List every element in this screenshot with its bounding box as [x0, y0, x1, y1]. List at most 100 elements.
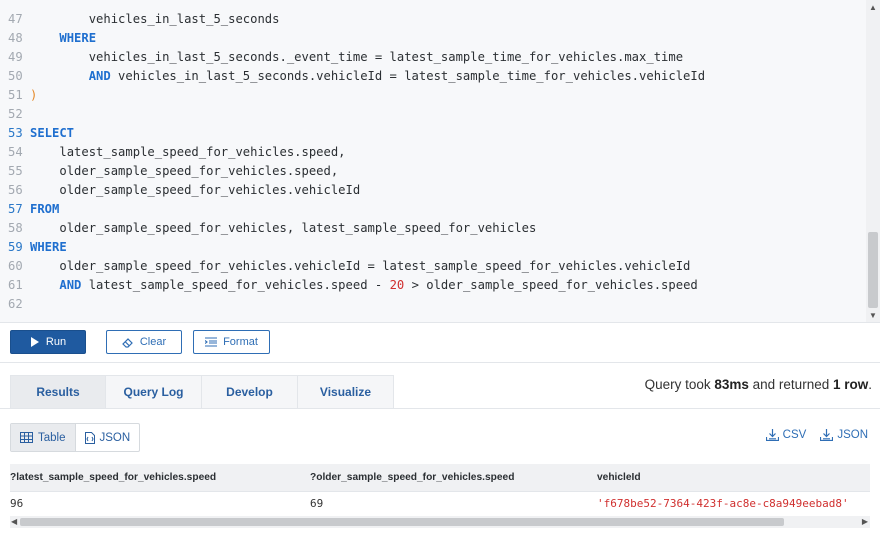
- run-button[interactable]: Run: [10, 330, 86, 354]
- code-line[interactable]: 47 vehicles_in_last_5_seconds: [0, 10, 279, 29]
- code-line[interactable]: 60 older_sample_speed_for_vehicles.vehic…: [0, 257, 690, 276]
- tab-develop[interactable]: Develop: [202, 375, 298, 409]
- tab-results[interactable]: Results: [10, 375, 106, 409]
- eraser-icon: [121, 337, 133, 348]
- code-text: latest_sample_speed_for_vehicles.speed -: [81, 278, 390, 292]
- code-text: ): [30, 88, 38, 102]
- code-line[interactable]: 62: [0, 295, 30, 314]
- tab-visualize-label: Visualize: [319, 385, 372, 399]
- code-line[interactable]: 50 AND vehicles_in_last_5_seconds.vehicl…: [0, 67, 705, 86]
- code-line[interactable]: 54 latest_sample_speed_for_vehicles.spee…: [0, 143, 346, 162]
- scroll-up-icon[interactable]: ▲: [866, 3, 880, 12]
- line-number: 48: [8, 31, 23, 45]
- code-line[interactable]: 55 older_sample_speed_for_vehicles.speed…: [0, 162, 338, 181]
- tab-visualize[interactable]: Visualize: [298, 375, 394, 409]
- code-line[interactable]: 56 older_sample_speed_for_vehicles.vehic…: [0, 181, 360, 200]
- code-text: > older_sample_speed_for_vehicles.speed: [404, 278, 698, 292]
- download-csv-label: CSV: [782, 429, 807, 441]
- results-table: ?latest_sample_speed_for_vehicles.speed …: [10, 464, 870, 516]
- column-header[interactable]: vehicleId: [597, 464, 641, 492]
- sql-number: 20: [389, 278, 405, 292]
- column-header[interactable]: ?latest_sample_speed_for_vehicles.speed: [10, 464, 216, 492]
- line-number: 54: [8, 145, 23, 159]
- line-number: 49: [8, 50, 23, 64]
- tab-results-label: Results: [36, 385, 80, 399]
- table-scroll-thumb[interactable]: [20, 518, 784, 526]
- clear-button[interactable]: Clear: [106, 330, 182, 354]
- row-count: 1 row: [832, 377, 869, 392]
- editor-vertical-scrollbar[interactable]: ▲ ▼: [866, 0, 880, 322]
- play-icon: [30, 337, 39, 347]
- table-cell: 'f678be52-7364-423f-ac8e-c8a949eebad8': [597, 497, 849, 510]
- summary-prefix: Query took: [644, 377, 715, 392]
- line-number: 62: [8, 297, 23, 311]
- sql-keyword: AND: [59, 278, 82, 292]
- table-cell: 69: [310, 497, 324, 510]
- scroll-down-icon[interactable]: ▼: [866, 311, 880, 320]
- json-file-icon: [84, 431, 95, 444]
- code-line[interactable]: 57 FROM: [0, 200, 59, 219]
- format-indent-icon: [205, 337, 218, 347]
- line-number: 52: [8, 107, 23, 121]
- line-number: 56: [8, 183, 23, 197]
- code-line[interactable]: 52: [0, 105, 30, 124]
- line-number: 53: [8, 126, 23, 140]
- line-number: 50: [8, 69, 23, 83]
- column-header[interactable]: ?older_sample_speed_for_vehicles.speed: [310, 464, 514, 492]
- sql-keyword: AND: [88, 69, 111, 83]
- code-line[interactable]: 59 WHERE: [0, 238, 67, 257]
- code-line[interactable]: 48 WHERE: [0, 29, 96, 48]
- query-summary: Query took 83ms and returned 1 row.: [645, 377, 872, 392]
- download-icon: [765, 429, 779, 441]
- code-line[interactable]: 49 vehicles_in_last_5_seconds._event_tim…: [0, 48, 683, 67]
- json-view-button[interactable]: JSON: [76, 424, 140, 451]
- scroll-right-icon[interactable]: ▶: [862, 516, 868, 528]
- sql-keyword: SELECT: [30, 126, 75, 140]
- sql-editor[interactable]: 47 vehicles_in_last_5_seconds 48 WHERE 49 …: [0, 0, 880, 323]
- code-text: latest_sample_speed_for_vehicles.speed,: [59, 145, 346, 159]
- table-view-button[interactable]: Table: [11, 424, 76, 451]
- table-cell: 96: [10, 497, 24, 510]
- run-button-label: Run: [45, 336, 67, 348]
- tab-develop-label: Develop: [226, 385, 273, 399]
- line-number: 58: [8, 221, 23, 235]
- summary-suffix: .: [868, 377, 872, 392]
- download-json-link[interactable]: JSON: [820, 429, 868, 441]
- summary-middle: and returned: [748, 377, 833, 392]
- code-line[interactable]: 53 SELECT: [0, 124, 74, 143]
- code-text: older_sample_speed_for_vehicles.vehicleI…: [59, 259, 691, 273]
- download-csv-link[interactable]: CSV: [765, 429, 807, 441]
- code-line[interactable]: 61 AND latest_sample_speed_for_vehicles.…: [0, 276, 698, 295]
- line-number: 55: [8, 164, 23, 178]
- result-tabs: Results Query Log Develop Visualize: [10, 375, 394, 409]
- editor-scroll-thumb[interactable]: [868, 232, 878, 308]
- code-line[interactable]: 51): [0, 86, 37, 105]
- table-horizontal-scrollbar[interactable]: ◀ ▶: [10, 516, 870, 528]
- table-row: 96 69 'f678be52-7364-423f-ac8e-c8a949eeb…: [10, 492, 870, 516]
- sql-keyword: WHERE: [30, 240, 67, 254]
- view-toggle: Table JSON: [10, 423, 141, 452]
- table-view-label: Table: [38, 431, 66, 444]
- code-text: vehicles_in_last_5_seconds._event_time =…: [88, 50, 684, 64]
- code-line[interactable]: 58 older_sample_speed_for_vehicles, late…: [0, 219, 536, 238]
- scroll-left-icon[interactable]: ◀: [11, 516, 17, 528]
- sql-keyword: WHERE: [59, 31, 97, 45]
- code-text: older_sample_speed_for_vehicles.vehicleI…: [59, 183, 361, 197]
- table-icon: [20, 432, 33, 443]
- format-button[interactable]: Format: [193, 330, 270, 354]
- line-number: 61: [8, 278, 23, 292]
- line-number: 59: [8, 240, 23, 254]
- tab-query-log[interactable]: Query Log: [106, 375, 202, 409]
- clear-button-label: Clear: [139, 336, 167, 348]
- download-json-label: JSON: [837, 429, 868, 441]
- tab-query-log-label: Query Log: [123, 385, 184, 399]
- code-text: vehicles_in_last_5_seconds.vehicleId = l…: [110, 69, 706, 83]
